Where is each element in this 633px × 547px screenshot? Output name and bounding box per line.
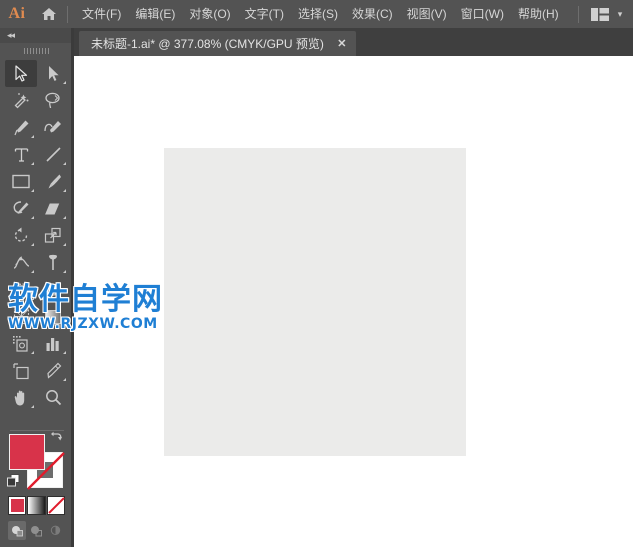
document-canvas[interactable] — [77, 56, 633, 547]
perspective-grid-tool[interactable] — [37, 276, 69, 303]
tool-flyout-indicator — [31, 189, 34, 192]
paintbrush-tool[interactable] — [37, 168, 69, 195]
shape-builder-tool[interactable] — [5, 276, 37, 303]
menu-item-list: 文件(F) 编辑(E) 对象(O) 文字(T) 选择(S) 效果(C) 视图(V… — [75, 3, 566, 25]
grip-dots-icon — [24, 47, 50, 54]
selection-tool[interactable] — [5, 60, 37, 87]
menu-item-help[interactable]: 帮助(H) — [511, 3, 566, 25]
lasso-tool[interactable] — [37, 87, 69, 114]
default-fill-stroke-icon[interactable] — [7, 474, 20, 487]
menu-item-effect[interactable]: 效果(C) — [345, 3, 400, 25]
menubar-right-group: ▾ — [578, 0, 629, 28]
tool-flyout-indicator — [31, 243, 34, 246]
fill-color-button[interactable] — [8, 496, 27, 515]
close-icon[interactable]: ✕ — [336, 38, 348, 50]
tool-flyout-indicator — [63, 81, 66, 84]
fill-color-swatch[interactable] — [9, 434, 45, 470]
tool-flyout-indicator — [31, 297, 34, 300]
color-controls — [5, 408, 69, 547]
illustrator-window: Ai 文件(F) 编辑(E) 对象(O) 文字(T) 选择(S) 效果(C) 视… — [0, 0, 633, 547]
eraser-tool[interactable] — [37, 195, 69, 222]
pen-tool[interactable] — [5, 114, 37, 141]
panel-drag-grip[interactable] — [0, 43, 74, 58]
document-tab-strip: 未标题-1.ai* @ 377.08% (CMYK/GPU 预览) ✕ — [74, 28, 633, 56]
zoom-tool[interactable] — [37, 384, 69, 411]
artboard-tool[interactable] — [5, 357, 37, 384]
free-transform-tool[interactable] — [37, 249, 69, 276]
menu-item-type[interactable]: 文字(T) — [238, 3, 291, 25]
tools-panel-header[interactable]: ◂◂ — [0, 28, 74, 43]
swap-fill-stroke-icon[interactable] — [49, 430, 63, 444]
slice-tool[interactable] — [37, 357, 69, 384]
tool-flyout-indicator — [31, 216, 34, 219]
fill-mode-buttons — [8, 496, 66, 516]
tool-flyout-indicator — [31, 135, 34, 138]
tool-flyout-indicator — [63, 243, 66, 246]
tool-grid — [5, 60, 69, 411]
column-graph-tool[interactable] — [37, 330, 69, 357]
menu-item-object[interactable]: 对象(O) — [182, 3, 237, 25]
menu-item-file[interactable]: 文件(F) — [75, 3, 128, 25]
shaper-pencil-tool[interactable] — [5, 195, 37, 222]
direct-selection-tool[interactable] — [37, 60, 69, 87]
tool-flyout-indicator — [63, 216, 66, 219]
home-icon[interactable] — [34, 0, 64, 28]
line-segment-tool[interactable] — [37, 141, 69, 168]
type-tool[interactable] — [5, 141, 37, 168]
tool-flyout-indicator — [63, 351, 66, 354]
tool-flyout-indicator — [31, 351, 34, 354]
rectangle-tool[interactable] — [5, 168, 37, 195]
menu-item-view[interactable]: 视图(V) — [400, 3, 454, 25]
menu-item-select[interactable]: 选择(S) — [291, 3, 345, 25]
tool-flyout-indicator — [63, 270, 66, 273]
fill-none-button[interactable] — [46, 496, 65, 515]
collapse-panel-icon[interactable]: ◂◂ — [7, 31, 15, 40]
tool-flyout-indicator — [63, 189, 66, 192]
tool-flyout-indicator — [63, 297, 66, 300]
app-logo: Ai — [8, 5, 26, 22]
document-tab-label: 未标题-1.ai* @ 377.08% (CMYK/GPU 预览) — [91, 36, 324, 51]
magic-wand-tool[interactable] — [5, 87, 37, 114]
workspace-switcher-icon[interactable] — [589, 7, 611, 21]
curvature-tool[interactable] — [37, 114, 69, 141]
document-tab[interactable]: 未标题-1.ai* @ 377.08% (CMYK/GPU 预览) ✕ — [79, 31, 356, 56]
scale-tool[interactable] — [37, 222, 69, 249]
tool-flyout-indicator — [31, 162, 34, 165]
tools-panel-edge — [71, 28, 74, 547]
rotate-tool[interactable] — [5, 222, 37, 249]
fill-gradient-button[interactable] — [27, 496, 46, 515]
artboard[interactable] — [164, 148, 466, 456]
hand-tool[interactable] — [5, 384, 37, 411]
menu-item-window[interactable]: 窗口(W) — [454, 3, 511, 25]
menu-item-edit[interactable]: 编辑(E) — [128, 3, 182, 25]
menubar-divider-right — [578, 5, 579, 23]
tool-flyout-indicator — [63, 162, 66, 165]
draw-behind-button[interactable] — [27, 521, 45, 540]
menubar-divider — [67, 5, 68, 23]
chevron-down-icon[interactable]: ▾ — [611, 5, 629, 23]
width-tool[interactable] — [5, 249, 37, 276]
mesh-tool[interactable] — [5, 303, 37, 330]
gradient-tool[interactable] — [37, 303, 69, 330]
tool-flyout-indicator — [31, 270, 34, 273]
tools-panel: ◂◂ — [0, 28, 74, 547]
draw-normal-button[interactable] — [8, 521, 27, 540]
draw-mode-buttons — [8, 521, 66, 541]
draw-inside-button[interactable] — [47, 521, 65, 540]
tool-flyout-indicator — [63, 378, 66, 381]
menu-bar: Ai 文件(F) 编辑(E) 对象(O) 文字(T) 选择(S) 效果(C) 视… — [0, 0, 633, 28]
eyedropper-tool[interactable] — [5, 330, 37, 357]
